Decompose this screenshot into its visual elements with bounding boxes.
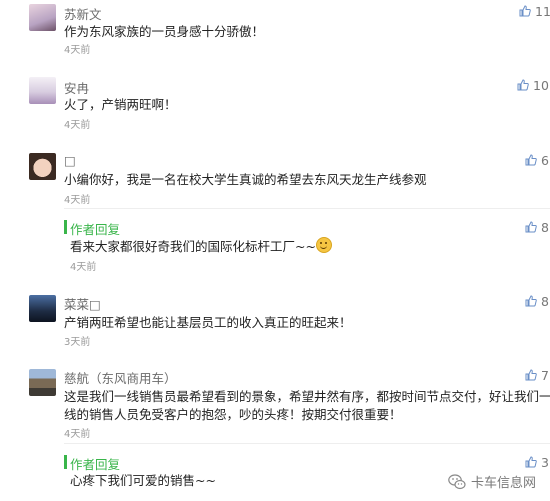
like-button[interactable]: 10 [517,77,549,93]
comment-text: 小编你好，我是一名在校大学生真诚的希望去东风天龙生产线参观 [64,172,427,187]
avatar[interactable] [29,153,56,180]
like-count: 10 [533,77,549,93]
comment-text: 产销两旺希望也能让基层员工的收入真正的旺起来！ [64,315,352,330]
comment-text: 这是我们一线销售员最希望看到的景象，希望井然有序，都按时间节点交付，好让我们一 [64,389,550,404]
like-button[interactable]: 8 [525,293,549,309]
avatar[interactable] [29,4,56,31]
reply-time: 4天前 [70,262,97,273]
author-reply-label: 作者回复 [70,222,121,237]
reply-indicator [64,220,67,234]
comment-author[interactable]: 慈航（东风商用车） [64,368,177,387]
watermark-text: 卡车信息网 [470,476,536,491]
comment-text: 线的销售人员免受客户的抱怨，吵的头疼！按期交付很重要！ [64,407,402,422]
avatar[interactable] [29,369,56,396]
avatar[interactable] [29,295,56,322]
like-button[interactable]: 11 [519,3,550,19]
comment-time: 4天前 [64,45,91,56]
thumbs-up-icon [525,221,537,233]
comment-author[interactable]: □ [64,153,76,168]
like-count: 11 [535,3,550,19]
comment-author[interactable]: 苏新文 [64,4,102,23]
avatar[interactable] [29,77,56,104]
like-button[interactable]: 8 [525,219,549,235]
divider [64,443,550,444]
reply-text: 心疼下我们可爱的销售~~ [70,473,216,488]
comment-time: 4天前 [64,195,91,206]
like-button[interactable]: 3 [525,454,549,470]
comment-time: 4天前 [64,429,91,440]
wechat-icon [448,473,466,489]
like-count: 8 [541,219,549,235]
smile-emoji-icon [315,237,332,253]
like-count: 3 [541,454,549,470]
comment-time: 3天前 [64,337,91,348]
thumbs-up-icon [519,5,531,17]
thumbs-up-icon [525,295,537,307]
like-count: 7 [541,367,549,383]
watermark: 卡车信息网 [448,472,536,491]
like-button[interactable]: 7 [525,367,549,383]
comment-text: 作为东风家族的一员身感十分骄傲！ [64,24,265,39]
comment-text: 火了，产销两旺啊！ [64,97,177,112]
like-count: 6 [541,152,549,168]
thumbs-up-icon [517,79,529,91]
reply-text: 看来大家都很好奇我们的国际化标杆工厂~~ [70,237,332,256]
comment-author[interactable]: 菜菜□ [64,294,101,313]
like-button[interactable]: 6 [525,152,549,168]
comment-time: 4天前 [64,120,91,131]
thumbs-up-icon [525,456,537,468]
thumbs-up-icon [525,154,537,166]
thumbs-up-icon [525,369,537,381]
divider [64,208,550,209]
reply-indicator [64,455,67,469]
like-count: 8 [541,293,549,309]
